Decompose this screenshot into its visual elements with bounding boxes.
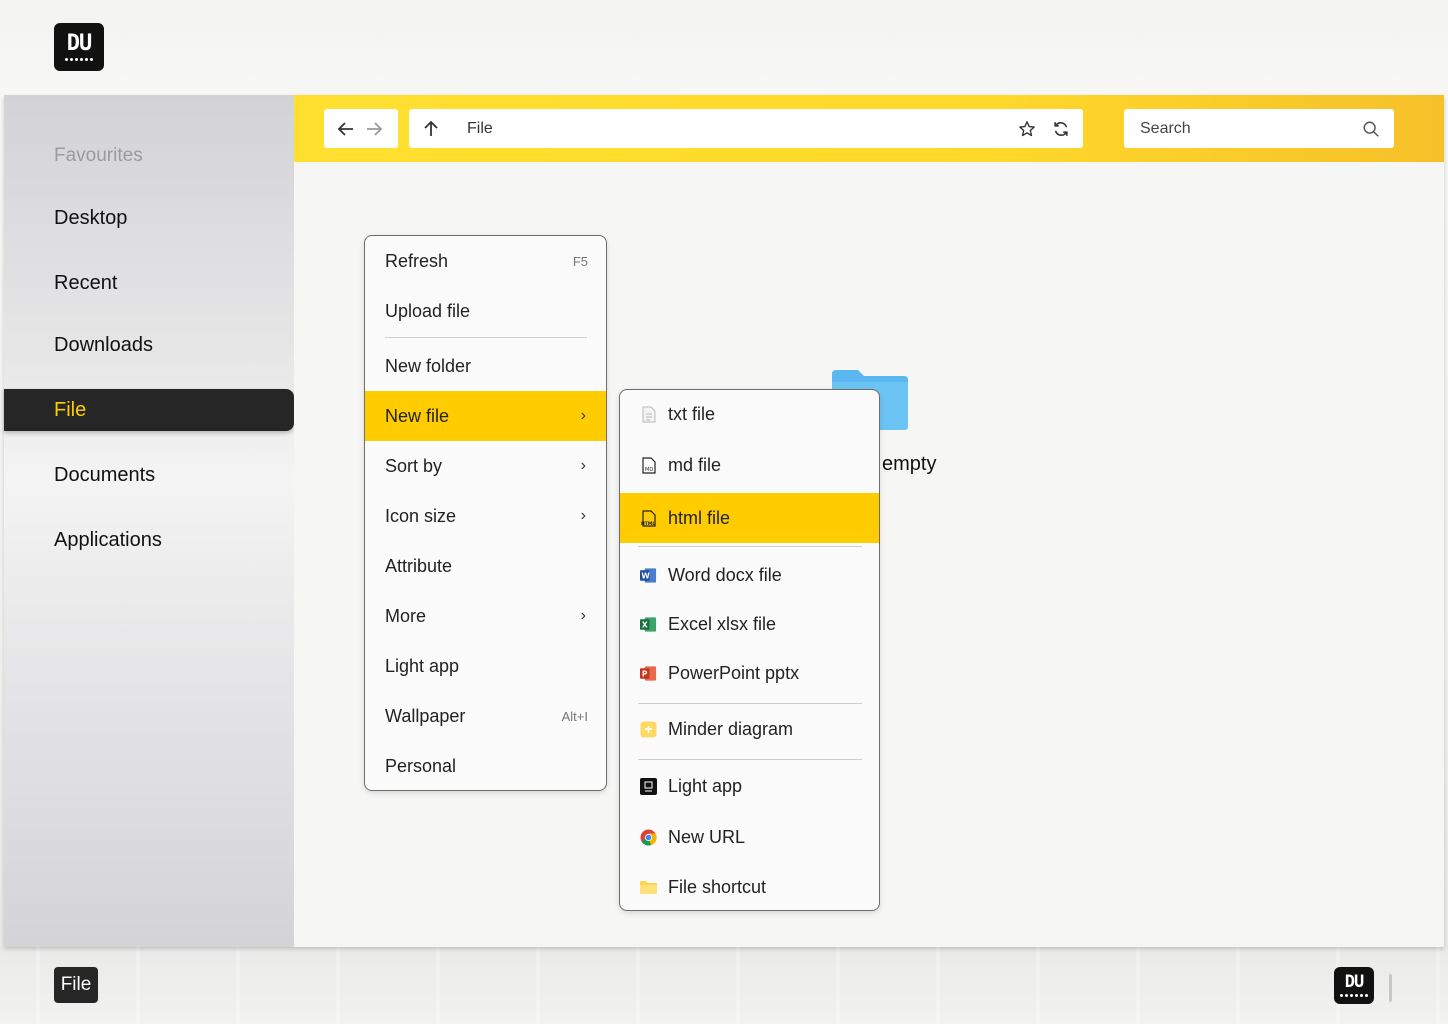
svg-text:W: W	[641, 571, 650, 580]
submenu-item-new-url[interactable]: New URL	[620, 813, 879, 861]
menu-item-refresh[interactable]: Refresh F5	[365, 236, 606, 286]
search-icon[interactable]	[1360, 118, 1382, 140]
submenu-label: New URL	[668, 826, 746, 847]
star-icon[interactable]	[1015, 117, 1039, 141]
submenu-label: txt file	[668, 403, 716, 424]
menu-label: Personal	[385, 755, 457, 776]
context-menu: Refresh F5 Upload file New folder New fi…	[364, 235, 607, 791]
menu-shortcut: Alt+I	[561, 708, 588, 724]
menu-item-sort-by[interactable]: Sort by ›	[365, 441, 606, 491]
menu-divider	[385, 337, 587, 338]
md-file-icon: MD	[640, 456, 657, 474]
sidebar-header: Favourites	[54, 145, 143, 166]
search-box[interactable]: Search	[1124, 109, 1394, 148]
svg-text:HTML: HTML	[641, 521, 655, 527]
sidebar: Favourites Desktop Recent Downloads File…	[4, 95, 294, 947]
taskbar-file-button[interactable]: File	[54, 967, 98, 1003]
word-icon: W	[640, 566, 657, 584]
menu-item-wallpaper[interactable]: Wallpaper Alt+I	[365, 691, 606, 741]
address-bar[interactable]: File	[409, 109, 1083, 148]
search-input[interactable]: Search	[1140, 120, 1191, 138]
html-file-icon: HTML	[640, 509, 657, 527]
svg-text:X: X	[642, 620, 648, 629]
light-app-icon	[640, 777, 657, 795]
taskbar-handle[interactable]	[1389, 974, 1392, 1002]
menu-item-light-app[interactable]: Light app	[365, 641, 606, 691]
svg-text:MD: MD	[645, 467, 653, 473]
history-nav	[324, 109, 398, 148]
menu-label: Sort by	[385, 455, 443, 476]
submenu-item-md-file[interactable]: MD md file	[620, 440, 879, 490]
submenu-label: Excel xlsx file	[668, 613, 777, 634]
submenu-label: File shortcut	[668, 876, 767, 897]
submenu-divider	[638, 759, 862, 760]
back-arrow-icon[interactable]	[332, 115, 360, 143]
menu-item-attribute[interactable]: Attribute	[365, 541, 606, 591]
chevron-right-icon: ›	[580, 607, 586, 624]
submenu-item-html-file[interactable]: HTML html file	[620, 493, 879, 543]
menu-item-personal[interactable]: Personal	[365, 741, 606, 790]
submenu-item-txt-file[interactable]: txt file	[620, 390, 879, 438]
menu-label: Wallpaper	[385, 705, 466, 726]
submenu-item-powerpoint-pptx[interactable]: P PowerPoint pptx	[620, 649, 879, 697]
chevron-right-icon: ›	[580, 407, 586, 424]
submenu-label: Word docx file	[668, 564, 782, 585]
folder-label: empty	[882, 453, 937, 475]
menu-shortcut: F5	[572, 253, 588, 269]
sidebar-item-file[interactable]: File	[4, 389, 294, 431]
submenu-label: md file	[668, 454, 722, 475]
menu-item-upload-file[interactable]: Upload file	[365, 286, 606, 336]
powerpoint-icon: P	[640, 664, 657, 682]
menu-item-icon-size[interactable]: Icon size ›	[365, 491, 606, 541]
chevron-right-icon: ›	[580, 457, 586, 474]
menu-label: New folder	[385, 355, 472, 376]
sidebar-item-recent[interactable]: Recent	[4, 262, 294, 304]
menu-label: Attribute	[385, 555, 453, 576]
submenu-item-word-docx-file[interactable]: W Word docx file	[620, 550, 879, 600]
submenu-label: Light app	[668, 775, 743, 796]
txt-file-icon	[640, 405, 657, 423]
logo-text: DU	[66, 31, 92, 56]
menu-item-new-folder[interactable]: New folder	[365, 341, 606, 391]
svg-text:P: P	[642, 669, 648, 678]
address-path: File	[467, 119, 493, 137]
submenu-divider	[638, 703, 862, 704]
taskbar-logo[interactable]: DU	[1334, 967, 1374, 1004]
submenu-label: html file	[668, 507, 731, 528]
chevron-right-icon: ›	[580, 507, 586, 524]
menu-item-more[interactable]: More ›	[365, 591, 606, 641]
chrome-icon	[640, 828, 657, 846]
submenu-item-file-shortcut[interactable]: File shortcut	[620, 863, 879, 910]
refresh-icon[interactable]	[1049, 117, 1073, 141]
up-arrow-icon[interactable]	[417, 115, 445, 143]
menu-label: Refresh	[385, 250, 449, 271]
excel-icon: X	[640, 615, 657, 633]
logo-dots	[65, 58, 93, 61]
submenu-label: PowerPoint pptx	[668, 662, 800, 683]
sidebar-item-downloads[interactable]: Downloads	[4, 324, 294, 366]
submenu-item-excel-xlsx-file[interactable]: X Excel xlsx file	[620, 600, 879, 648]
menu-label: Light app	[385, 655, 460, 676]
folder-shortcut-icon	[640, 878, 657, 896]
menu-item-new-file[interactable]: New file ›	[365, 391, 606, 441]
logo-dots	[1340, 994, 1368, 997]
sidebar-item-documents[interactable]: Documents	[4, 454, 294, 496]
toolbar: File Search	[294, 95, 1444, 162]
sidebar-item-desktop[interactable]: Desktop	[4, 197, 294, 239]
submenu-divider	[638, 546, 862, 547]
submenu-label: Minder diagram	[668, 718, 794, 739]
submenu-item-light-app[interactable]: Light app	[620, 762, 879, 810]
submenu-item-minder-diagram[interactable]: Minder diagram	[620, 705, 879, 753]
logo-text: DU	[1344, 972, 1365, 992]
menu-label: Icon size	[385, 505, 457, 526]
menu-label: Upload file	[385, 300, 471, 321]
menu-label: More	[385, 605, 427, 626]
minder-icon	[640, 720, 657, 738]
forward-arrow-icon[interactable]	[360, 115, 388, 143]
menu-label: New file	[385, 405, 450, 426]
sidebar-item-applications[interactable]: Applications	[4, 519, 294, 561]
app-logo[interactable]: DU	[54, 23, 104, 71]
new-file-submenu: txt file MD md file HTML html file W Wor…	[619, 389, 880, 911]
